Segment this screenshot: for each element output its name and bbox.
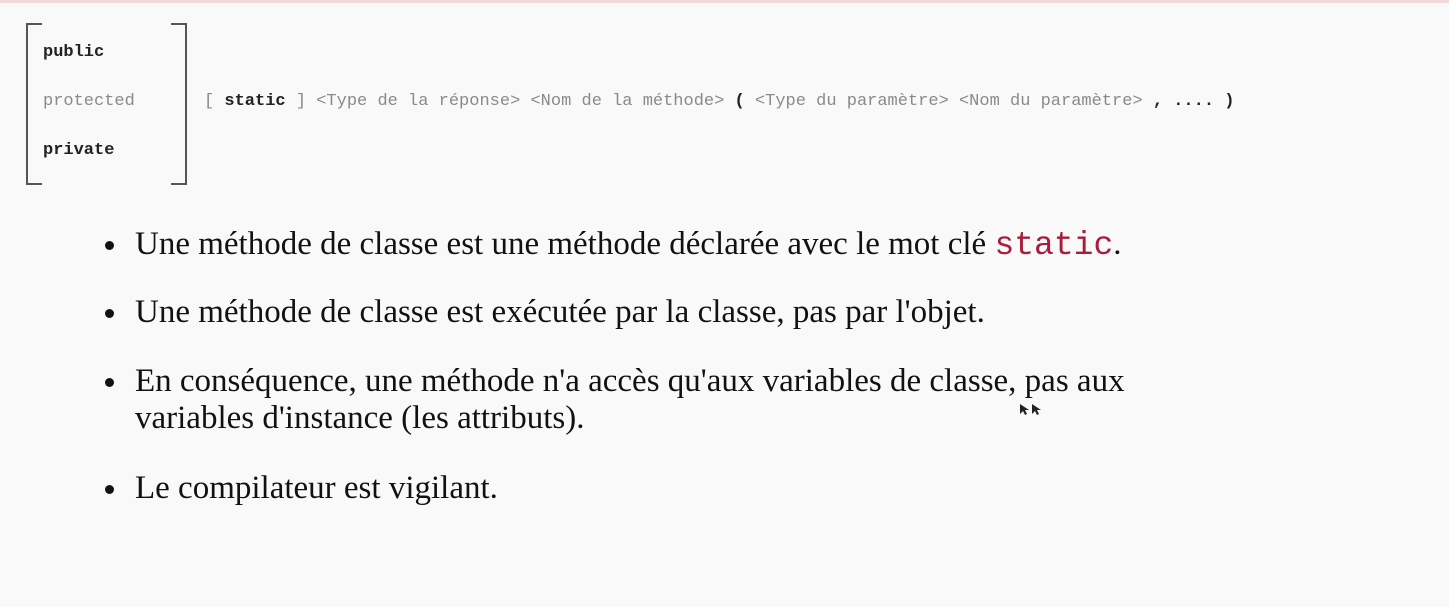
param-name-placeholder: <Nom du paramètre> — [958, 92, 1143, 111]
bullet-1-text: Une méthode de classe est une méthode dé… — [135, 226, 995, 262]
modifier-private: private — [43, 141, 115, 160]
bullet-4-text: Le compilateur est vigilant. — [135, 470, 498, 506]
modifier-protected: protected — [43, 92, 135, 111]
param-type-placeholder: <Type du paramètre> — [754, 92, 949, 111]
right-bracket — [171, 23, 187, 185]
static-keyword: static — [224, 92, 286, 111]
method-signature: [ static ] <Type de la réponse> <Nom de … — [204, 92, 1234, 111]
bullet-text: Une méthode de classe est une méthode dé… — [135, 226, 1335, 264]
bullet-3-line-2: variables d'instance (les attributs). — [135, 400, 585, 436]
bullet-1-end: . — [1113, 226, 1122, 262]
bullet-2-text: Une méthode de classe est exécutée par l… — [135, 294, 985, 330]
top-strip — [0, 0, 1449, 3]
ellipsis: , .... — [1152, 92, 1215, 111]
modifier-public: public — [43, 43, 105, 62]
optional-open-bracket: [ — [204, 92, 215, 111]
left-bracket — [26, 23, 42, 185]
bullet-dot — [105, 485, 114, 494]
bullet-dot — [105, 241, 114, 250]
bullet-3-text: En conséquence, une méthode n'a accès qu… — [135, 363, 1335, 437]
optional-close-bracket: ] — [295, 92, 307, 111]
method-syntax-diagram: public protected private [ static ] <Typ… — [26, 23, 1436, 185]
bullet-dot — [105, 378, 114, 387]
bullet-3-line-1: En conséquence, une méthode n'a accès qu… — [135, 363, 1125, 399]
bullet-dot — [105, 309, 114, 318]
method-name-placeholder: <Nom de la méthode> — [530, 92, 725, 111]
open-paren: ( — [734, 92, 745, 111]
close-paren: ) — [1224, 92, 1235, 111]
static-keyword-highlight: static — [994, 227, 1114, 264]
return-type-placeholder: <Type de la réponse> — [316, 92, 521, 111]
mouse-pointer-icon — [1020, 404, 1041, 415]
